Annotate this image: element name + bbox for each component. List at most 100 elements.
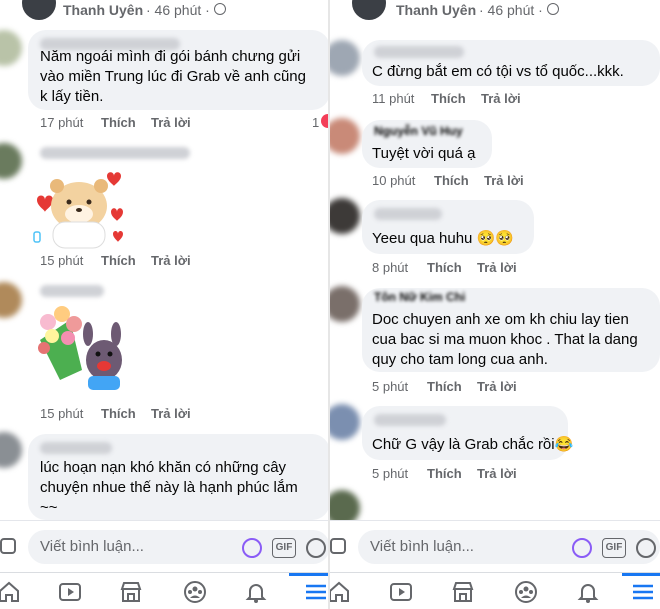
comment-time: 8 phút (372, 260, 409, 275)
reaction-count[interactable]: 1 (312, 115, 319, 130)
commenter-avatar[interactable] (330, 404, 360, 440)
notifications-icon[interactable] (243, 579, 269, 605)
reply-link[interactable]: Trả lời (151, 406, 191, 421)
commenter-avatar[interactable] (0, 30, 22, 66)
commenter-name-blurred[interactable] (374, 414, 446, 426)
post-time: · 46 phút · (479, 2, 543, 18)
commenter-avatar[interactable] (330, 198, 360, 234)
commenter-avatar[interactable] (330, 286, 360, 322)
comment-text-line: cua bac si ma muon khoc . That la dang (372, 331, 638, 348)
post-time: · 46 phút · (146, 2, 210, 18)
watch-icon[interactable] (388, 579, 414, 605)
comment-bubble: Yeeu qua huhu 🥺🥺 (362, 200, 534, 254)
camera-icon[interactable] (0, 538, 16, 554)
comment-text-line: lúc hoạn nạn khó khăn có những cây (40, 459, 287, 476)
home-icon[interactable] (0, 579, 22, 605)
post-author-name[interactable]: Thanh Uyên (63, 2, 143, 18)
comment-bubble: C đừng bắt em có tội vs tổ quốc...kkk. (362, 40, 660, 86)
like-link[interactable]: Thích (427, 466, 462, 481)
comment-text-line: ~~ (40, 499, 58, 516)
bottom-navigation (330, 572, 660, 609)
comment-time: 15 phút (40, 253, 84, 268)
like-link[interactable]: Thích (427, 379, 462, 394)
globe-icon (547, 3, 559, 15)
commenter-name[interactable]: Tôn Nữ Kim Chi (374, 290, 465, 304)
comment-composer: Viết bình luận... GIF (0, 520, 330, 572)
comment-time: 5 phút (372, 379, 409, 394)
like-link[interactable]: Thích (101, 253, 136, 268)
menu-icon[interactable] (630, 579, 656, 605)
comment-text-line: Năm ngoái mình đi gói bánh chưng gửi (40, 48, 301, 65)
commenter-name-blurred[interactable] (374, 46, 464, 58)
commenter-name-blurred[interactable] (374, 208, 442, 220)
like-link[interactable]: Thích (431, 91, 466, 106)
home-icon[interactable] (330, 579, 352, 605)
reply-link[interactable]: Trả lời (151, 253, 191, 268)
reply-link[interactable]: Trả lời (477, 379, 517, 394)
comment-text-line: Yeeu qua huhu 🥺🥺 (372, 230, 514, 247)
author-avatar[interactable] (352, 0, 386, 20)
like-link[interactable]: Thích (427, 260, 462, 275)
emoji-icon[interactable] (306, 538, 326, 558)
emoji-icon[interactable] (636, 538, 656, 558)
reply-link[interactable]: Trả lời (484, 173, 524, 188)
comment-time: 5 phút (372, 466, 409, 481)
right-screenshot-panel: Thanh Uyên · 46 phút · C đừng bắt em có … (330, 0, 660, 609)
gif-icon[interactable]: GIF (272, 538, 296, 558)
commenter-avatar[interactable] (330, 118, 360, 154)
sticker-icon[interactable] (242, 538, 262, 558)
menu-icon[interactable] (303, 579, 329, 605)
commenter-name-blurred[interactable] (40, 442, 112, 454)
comment-bubble: Năm ngoái mình đi gói bánh chưng gửi vào… (28, 30, 330, 110)
commenter-avatar[interactable] (0, 432, 22, 468)
marketplace-icon[interactable] (450, 579, 476, 605)
commenter-name[interactable]: Nguyễn Vũ Huy (374, 124, 463, 138)
reply-link[interactable]: Trả lời (477, 260, 517, 275)
like-link[interactable]: Thích (101, 115, 136, 130)
groups-icon[interactable] (182, 579, 208, 605)
active-tab-indicator (622, 573, 660, 576)
sticker-icon[interactable] (572, 538, 592, 558)
comment-bubble: Tôn Nữ Kim Chi Doc chuyen anh xe om kh c… (362, 288, 660, 372)
camera-icon[interactable] (330, 538, 346, 554)
like-link[interactable]: Thích (434, 173, 469, 188)
commenter-name-blurred[interactable] (40, 147, 190, 159)
comment-time: 17 phút (40, 115, 84, 130)
post-header: Thanh Uyên · 46 phút · (0, 0, 330, 22)
comment-text-line: chuyện nhue thế này là hạnh phúc lắm (40, 479, 298, 496)
gif-icon[interactable]: GIF (602, 538, 626, 558)
left-screenshot-panel: Thanh Uyên · 46 phút · Năm ngoái mình đi… (0, 0, 330, 609)
watch-icon[interactable] (57, 579, 83, 605)
post-author-name[interactable]: Thanh Uyên (396, 2, 476, 18)
comment-composer: Viết bình luận... GIF (330, 520, 660, 572)
comment-text-line: quy cho tam long cua anh. (372, 351, 548, 368)
groups-icon[interactable] (513, 579, 539, 605)
reply-link[interactable]: Trả lời (151, 115, 191, 130)
commenter-avatar[interactable] (0, 143, 22, 179)
active-tab-indicator (289, 573, 329, 576)
marketplace-icon[interactable] (118, 579, 144, 605)
comment-text-line: Doc chuyen anh xe om kh chiu lay tien (372, 311, 629, 328)
comment-text-line: C đừng bắt em có tội vs tổ quốc...kkk. (372, 63, 624, 80)
author-avatar[interactable] (22, 0, 56, 20)
reply-link[interactable]: Trả lời (477, 466, 517, 481)
notifications-icon[interactable] (575, 579, 601, 605)
comment-text-line: vào miền Trung lúc đi Grab về anh cũng (40, 68, 306, 85)
globe-icon (214, 3, 226, 15)
bear-heart-sticker (33, 170, 125, 250)
comment-time: 10 phút (372, 173, 416, 188)
commenter-avatar[interactable] (330, 40, 360, 76)
comment-text-line: k lấy tiền. (40, 88, 104, 105)
comment-text-line: Chữ G vậy là Grab chắc rồi😂 (372, 436, 574, 453)
comment-bubble: Nguyễn Vũ Huy Tuyệt vời quá ạ (362, 120, 492, 168)
comment-bubble: lúc hoạn nạn khó khăn có những cây chuyệ… (28, 434, 330, 520)
comment-text-line: Tuyệt vời quá ạ (372, 145, 476, 162)
commenter-name-blurred[interactable] (40, 285, 104, 297)
comment-time: 15 phút (40, 406, 84, 421)
commenter-avatar[interactable] (0, 282, 22, 318)
comment-bubble: Chữ G vậy là Grab chắc rồi😂 (362, 406, 573, 460)
reply-link[interactable]: Trả lời (481, 91, 521, 106)
comment-time: 11 phút (372, 91, 415, 106)
like-link[interactable]: Thích (101, 406, 136, 421)
post-header: Thanh Uyên · 46 phút · (330, 0, 660, 22)
